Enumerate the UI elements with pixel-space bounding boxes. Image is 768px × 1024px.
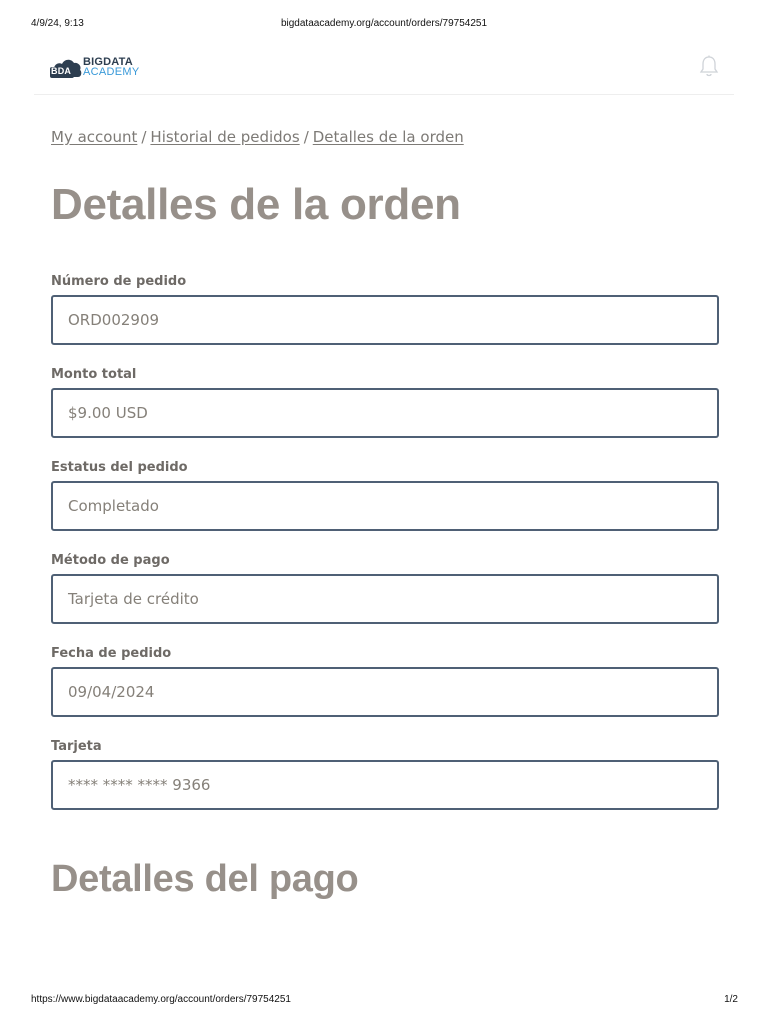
field-label: Monto total — [51, 367, 137, 382]
breadcrumb-my-account[interactable]: My account — [51, 128, 137, 146]
bell-icon[interactable] — [698, 54, 720, 78]
print-page-number: 1/2 — [724, 994, 738, 1005]
field-payment-method: Método de pago Tarjeta de crédito — [51, 552, 719, 645]
logo-wordmark: BIGDATA ACADEMY — [83, 57, 140, 78]
payment-method-field[interactable]: Tarjeta de crédito — [51, 574, 719, 624]
card-field[interactable]: **** **** **** 9366 — [51, 760, 719, 810]
field-card: Tarjeta **** **** **** 9366 — [51, 738, 719, 831]
field-order-date: Fecha de pedido 09/04/2024 — [51, 645, 719, 738]
breadcrumb: My account / Historial de pedidos / Detalles… — [51, 128, 464, 146]
logo-mark-text: BDA — [51, 66, 72, 76]
site-header: BDA BIGDATA ACADEMY — [34, 44, 734, 95]
order-number-field[interactable]: ORD002909 — [51, 295, 719, 345]
total-amount-field[interactable]: $9.00 USD — [51, 388, 719, 438]
field-label: Método de pago — [51, 553, 170, 568]
print-header: 4/9/24, 9:13 bigdataacademy.org/account/… — [0, 18, 768, 34]
logo-line2: ACADEMY — [83, 66, 140, 78]
order-details-form: Número de pedido ORD002909 Monto total $… — [51, 273, 719, 831]
print-url: bigdataacademy.org/account/orders/797542… — [280, 18, 488, 29]
breadcrumb-order-details[interactable]: Detalles de la orden — [313, 128, 464, 146]
breadcrumb-order-history[interactable]: Historial de pedidos — [150, 128, 299, 146]
logo[interactable]: BDA BIGDATA ACADEMY — [50, 56, 140, 78]
field-label: Estatus del pedido — [51, 460, 188, 475]
print-footer: https://www.bigdataacademy.org/account/o… — [0, 994, 768, 1010]
field-order-status: Estatus del pedido Completado — [51, 459, 719, 552]
field-order-number: Número de pedido ORD002909 — [51, 273, 719, 366]
field-total-amount: Monto total $9.00 USD — [51, 366, 719, 459]
page-title: Detalles de la orden — [51, 180, 461, 229]
print-footer-url: https://www.bigdataacademy.org/account/o… — [31, 994, 291, 1005]
order-status-field[interactable]: Completado — [51, 481, 719, 531]
logo-mark: BDA — [50, 56, 82, 78]
breadcrumb-separator: / — [303, 128, 309, 146]
order-date-field[interactable]: 09/04/2024 — [51, 667, 719, 717]
field-label: Fecha de pedido — [51, 646, 172, 661]
payment-details-title: Detalles del pago — [51, 858, 359, 900]
field-label: Tarjeta — [51, 739, 102, 754]
breadcrumb-separator: / — [141, 128, 147, 146]
field-label: Número de pedido — [51, 274, 187, 289]
